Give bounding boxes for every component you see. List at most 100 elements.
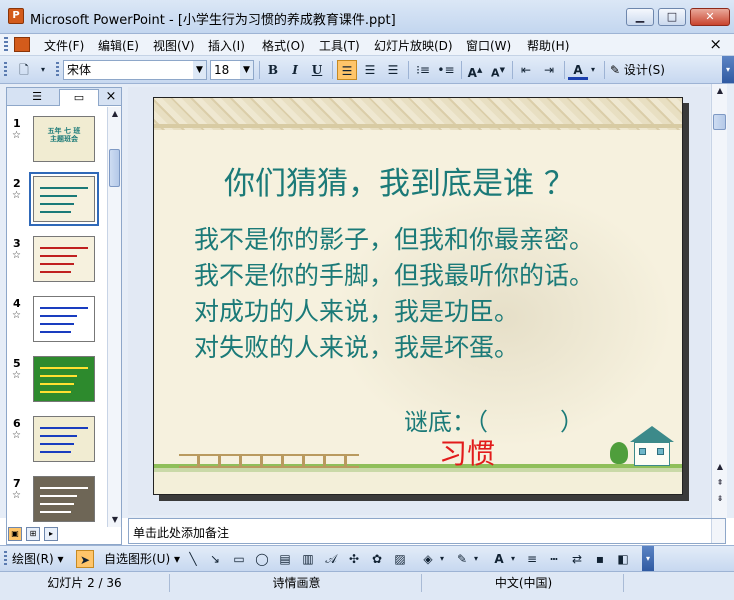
increase-font-icon[interactable]: A▲: [465, 60, 485, 80]
align-left-icon[interactable]: ☰: [337, 60, 357, 80]
scroll-thumb[interactable]: [109, 149, 120, 187]
menu-help[interactable]: 帮助(H): [527, 37, 569, 54]
chevron-down-icon[interactable]: ▾: [508, 550, 518, 568]
font-color-icon[interactable]: A: [568, 60, 588, 80]
font-size-combo[interactable]: 18 ▼: [210, 60, 254, 80]
toolbar-grip[interactable]: [4, 62, 7, 78]
select-pointer-icon[interactable]: ➤: [76, 550, 94, 568]
riddle-answer[interactable]: 习惯: [439, 432, 495, 472]
clipart-icon[interactable]: ✿: [368, 550, 386, 568]
transition-star-icon[interactable]: ☆: [12, 430, 21, 441]
toolbar-overflow-icon[interactable]: ▾: [642, 546, 654, 571]
menubar-grip[interactable]: [4, 37, 8, 53]
decrease-indent-icon[interactable]: ⇤: [516, 60, 536, 80]
fill-color-icon[interactable]: ◈: [419, 550, 437, 568]
slide-thumbnail[interactable]: [33, 296, 95, 342]
shadow-style-icon[interactable]: ▪: [591, 550, 609, 568]
slide-thumbnail-item[interactable]: 2 ☆: [7, 172, 107, 231]
transition-star-icon[interactable]: ☆: [12, 190, 21, 201]
slide-body-line-4[interactable]: 对失败的人来说，我是坏蛋。: [194, 328, 519, 364]
slide-thumbnail[interactable]: [33, 236, 95, 282]
notes-pane[interactable]: 单击此处添加备注: [128, 518, 726, 544]
scroll-up-icon[interactable]: ▲: [108, 107, 122, 121]
picture-icon[interactable]: ▨: [391, 550, 409, 568]
slide-thumbnail[interactable]: [29, 172, 99, 226]
menu-format[interactable]: 格式(O): [262, 37, 305, 54]
scroll-up-icon[interactable]: ▲: [713, 84, 727, 98]
decrease-font-icon[interactable]: A▼: [488, 60, 508, 80]
new-document-icon[interactable]: 🗋: [14, 60, 34, 80]
menu-insert[interactable]: 插入(I): [208, 37, 245, 54]
slide-thumbnail[interactable]: 五年 七 班 主题班会: [33, 116, 95, 162]
transition-star-icon[interactable]: ☆: [12, 130, 21, 141]
slide-thumbnail-item[interactable]: 7 ☆: [7, 473, 107, 527]
pane-close-icon[interactable]: ×: [103, 89, 119, 106]
document-close-icon[interactable]: ×: [709, 35, 722, 53]
underline-button[interactable]: U: [307, 60, 327, 80]
slide-body-line-3[interactable]: 对成功的人来说，我是功臣。: [194, 292, 519, 328]
slide-title[interactable]: 你们猜猜，我到底是谁 ？: [224, 158, 575, 203]
3d-style-icon[interactable]: ◧: [614, 550, 632, 568]
outline-tab[interactable]: ☰: [19, 89, 55, 106]
toolbar-options-icon[interactable]: ▾: [36, 60, 50, 80]
rectangle-icon[interactable]: ▭: [230, 550, 248, 568]
scroll-up-icon[interactable]: ▲: [713, 460, 727, 474]
textbox-icon[interactable]: ▤: [276, 550, 294, 568]
powerpoint-icon[interactable]: P: [8, 8, 24, 24]
align-center-icon[interactable]: ☰: [360, 60, 380, 80]
diagram-icon[interactable]: ✣: [345, 550, 363, 568]
notes-placeholder[interactable]: 单击此处添加备注: [133, 524, 229, 541]
slide-thumbnail[interactable]: [33, 416, 95, 462]
chevron-down-icon[interactable]: ▾: [471, 550, 481, 568]
chevron-down-icon[interactable]: ▾: [588, 60, 598, 80]
document-icon[interactable]: [14, 37, 30, 52]
bold-button[interactable]: B: [263, 60, 283, 80]
close-button[interactable]: ✕: [690, 8, 730, 26]
toolbar-overflow-icon[interactable]: ▾: [722, 56, 734, 83]
transition-star-icon[interactable]: ☆: [12, 490, 21, 501]
line-icon[interactable]: ╲: [184, 550, 202, 568]
line-color-icon[interactable]: ✎: [453, 550, 471, 568]
menu-window[interactable]: 窗口(W): [466, 37, 511, 54]
slide-thumbnail-item[interactable]: 1 ☆ 五年 七 班 主题班会: [7, 113, 107, 171]
menu-view[interactable]: 视图(V): [153, 37, 195, 54]
bullet-list-icon[interactable]: •≡: [436, 60, 456, 80]
maximize-button[interactable]: □: [658, 8, 686, 26]
slide-scrollbar[interactable]: ▲ ▲ ⇞ ⇟: [711, 84, 727, 518]
slide-thumbnail-item[interactable]: 3 ☆: [7, 233, 107, 291]
slide-thumbnail[interactable]: [33, 476, 95, 522]
menu-slideshow[interactable]: 幻灯片放映(D): [374, 37, 453, 54]
minimize-button[interactable]: ▁: [626, 8, 654, 26]
font-name-combo[interactable]: 宋体 ▼: [63, 60, 207, 80]
menu-tools[interactable]: 工具(T): [319, 37, 360, 54]
normal-view-icon[interactable]: ▣: [8, 527, 22, 541]
current-slide[interactable]: 你们猜猜，我到底是谁 ？ 我不是你的影子，但我和你最亲密。 我不是你的手脚，但我…: [153, 97, 683, 495]
numbered-list-icon[interactable]: ⁝≡: [413, 60, 433, 80]
scroll-down-icon[interactable]: ▼: [108, 513, 122, 527]
menu-edit[interactable]: 编辑(E): [98, 37, 139, 54]
toolbar-grip-2[interactable]: [56, 62, 59, 78]
wordart-icon[interactable]: 𝒜: [322, 550, 340, 568]
oval-icon[interactable]: ◯: [253, 550, 271, 568]
slide-thumbnail-item[interactable]: 6 ☆: [7, 413, 107, 471]
line-style-icon[interactable]: ≡: [523, 550, 541, 568]
scroll-thumb[interactable]: [713, 114, 726, 130]
previous-slide-icon[interactable]: ⇞: [713, 476, 727, 490]
italic-button[interactable]: I: [285, 60, 305, 80]
autoshapes-button[interactable]: 自选图形(U) ▾: [104, 550, 180, 568]
notes-scrollbar[interactable]: [711, 519, 725, 543]
slide-thumbnail-item[interactable]: 4 ☆: [7, 293, 107, 351]
design-button[interactable]: ✎ 设计(S): [610, 60, 665, 80]
slide-sorter-icon[interactable]: ⊞: [26, 527, 40, 541]
chevron-down-icon[interactable]: ▾: [437, 550, 447, 568]
slide-body-line-1[interactable]: 我不是你的影子，但我和你最亲密。: [194, 220, 594, 256]
chevron-down-icon[interactable]: ▼: [193, 61, 206, 79]
slide-thumbnail-item[interactable]: 5 ☆: [7, 353, 107, 411]
dash-style-icon[interactable]: ┅: [545, 550, 563, 568]
toolbar-grip[interactable]: [4, 551, 7, 567]
chevron-down-icon[interactable]: ▼: [240, 61, 253, 79]
slideshow-icon[interactable]: ▸: [44, 527, 58, 541]
align-right-icon[interactable]: ☰: [383, 60, 403, 80]
vertical-textbox-icon[interactable]: ▥: [299, 550, 317, 568]
slide-thumbnail[interactable]: [33, 356, 95, 402]
